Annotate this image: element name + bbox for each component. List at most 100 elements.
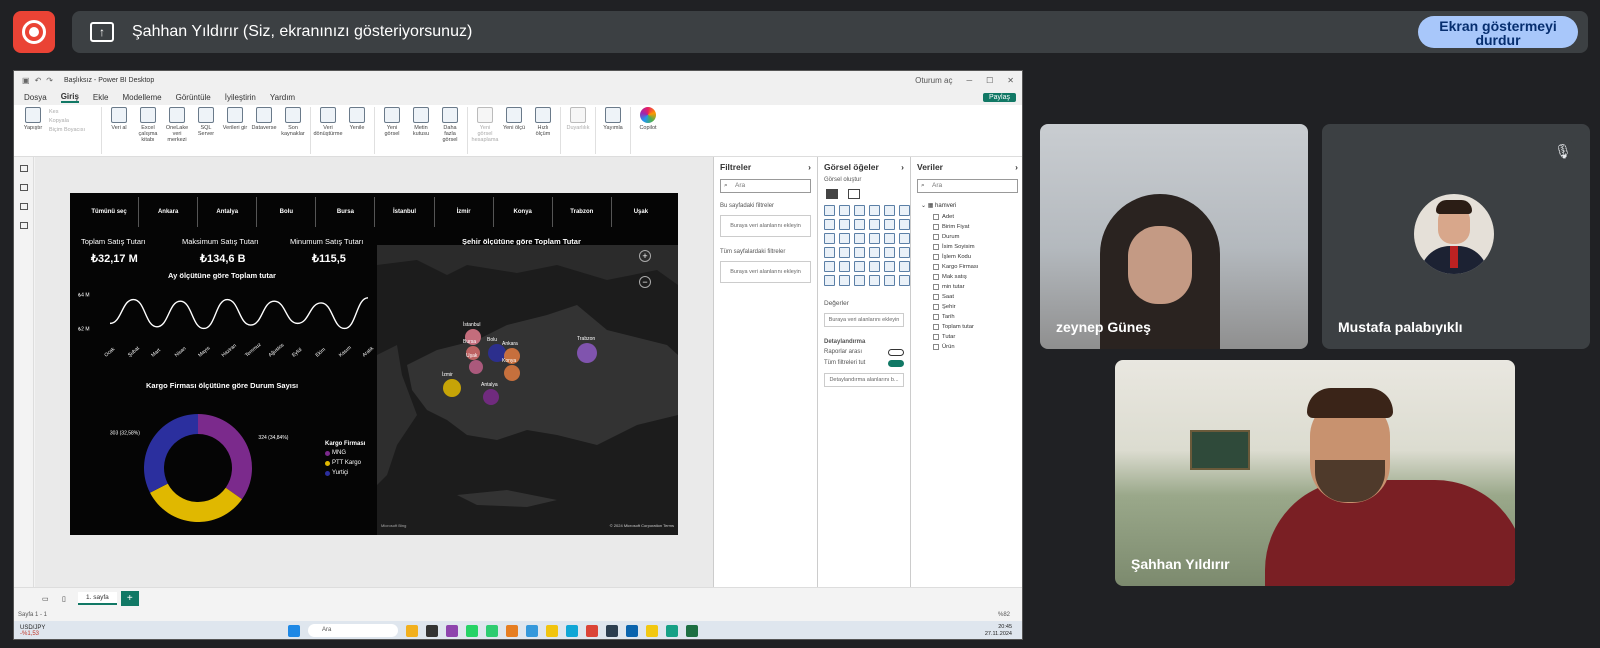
cross-report-toggle[interactable] xyxy=(888,349,904,356)
field-checkbox[interactable] xyxy=(933,334,939,340)
field-item[interactable]: Adet xyxy=(911,212,1022,222)
field-item[interactable]: Kargo Firması xyxy=(911,262,1022,272)
field-item[interactable]: İsim Soyisim xyxy=(911,242,1022,252)
minimize-icon[interactable]: ─ xyxy=(966,76,972,85)
app-icon[interactable] xyxy=(666,624,678,637)
tab-goruntule[interactable]: Görüntüle xyxy=(176,93,211,102)
field-item[interactable]: Tutar xyxy=(911,332,1022,342)
values-dropzone[interactable]: Buraya veri alanlarını ekleyin xyxy=(824,313,904,327)
transform-data-button[interactable]: Veri dönüştürme xyxy=(313,107,343,137)
visual-type-icon[interactable] xyxy=(884,261,895,272)
field-checkbox[interactable] xyxy=(933,324,939,330)
visual-type-icon[interactable] xyxy=(899,233,910,244)
quick-measure-button[interactable]: Hızlı ölçüm xyxy=(530,107,556,137)
more-visuals-button[interactable]: Daha fazla görsel xyxy=(437,107,463,143)
visual-type-icon[interactable] xyxy=(899,219,910,230)
model-view-icon[interactable] xyxy=(19,203,28,210)
slicer-item[interactable]: İzmir xyxy=(435,197,494,227)
tab-giris[interactable]: Giriş xyxy=(60,92,79,103)
map-copyright[interactable]: © 2024 Microsoft Corporation Terms xyxy=(610,523,674,528)
map-bubble[interactable] xyxy=(504,365,520,381)
excel-button[interactable]: Excel çalışma kitabı xyxy=(135,107,161,143)
slicer-item[interactable]: Bolu xyxy=(257,197,317,227)
zoom-level[interactable]: %82 xyxy=(998,612,1010,618)
total-sales-card[interactable]: Toplam Satış Tutarı ₺32,17 M xyxy=(81,237,146,265)
field-item[interactable]: Mak satış xyxy=(911,272,1022,282)
onelake-button[interactable]: OneLake veri merkezi xyxy=(164,107,190,143)
visual-type-icon[interactable] xyxy=(824,233,835,244)
copilot-button[interactable]: Copilot xyxy=(635,107,661,131)
add-page-button[interactable]: + xyxy=(120,591,139,606)
taskbar-search[interactable]: Ara xyxy=(308,624,398,637)
donut-slice[interactable] xyxy=(144,414,198,493)
enter-data-button[interactable]: Verileri gir xyxy=(222,107,248,131)
tab-iyilestirin[interactable]: İyileştirin xyxy=(225,93,256,102)
zoom-out-button[interactable]: − xyxy=(639,276,651,288)
visual-type-icon[interactable] xyxy=(869,275,880,286)
zoom-in-button[interactable]: + xyxy=(639,250,651,262)
undo-icon[interactable]: ↶ xyxy=(35,76,42,85)
edge-icon[interactable] xyxy=(566,624,578,637)
field-checkbox[interactable] xyxy=(933,284,939,290)
new-measure-button[interactable]: Yeni ölçü xyxy=(501,107,527,131)
recent-sources-button[interactable]: Son kaynaklar xyxy=(280,107,306,137)
visual-type-icon[interactable] xyxy=(839,247,850,258)
build-visual-icon[interactable] xyxy=(826,189,838,199)
field-checkbox[interactable] xyxy=(933,314,939,320)
visual-type-icon[interactable] xyxy=(884,233,895,244)
visual-type-icon[interactable] xyxy=(824,261,835,272)
data-search[interactable]: Ara xyxy=(917,179,1018,193)
field-item[interactable]: Toplam tutar xyxy=(911,322,1022,332)
visual-type-icon[interactable] xyxy=(869,205,880,216)
all-pages-dropzone[interactable]: Buraya veri alanlarını ekleyin xyxy=(720,261,811,283)
tab-modelleme[interactable]: Modelleme xyxy=(122,93,161,102)
page-view-icon[interactable]: ▭ xyxy=(42,595,49,603)
app-icon[interactable] xyxy=(486,624,498,637)
field-checkbox[interactable] xyxy=(933,344,939,350)
chrome-icon[interactable] xyxy=(586,624,598,637)
slicer-item[interactable]: Bursa xyxy=(316,197,376,227)
ticker-widget[interactable]: USD/JPY -%1,53 xyxy=(20,625,45,637)
mobile-view-icon[interactable]: ▯ xyxy=(62,595,66,603)
legend-item[interactable]: MNG xyxy=(325,450,365,456)
min-sales-card[interactable]: Minumum Satış Tutarı ₺115,5 xyxy=(290,237,363,265)
participant-tile-sahhan[interactable]: Şahhan Yıldırır xyxy=(1115,360,1515,586)
map-bubble[interactable] xyxy=(483,389,499,405)
visual-type-icon[interactable] xyxy=(899,247,910,258)
map-bubble[interactable] xyxy=(443,379,461,397)
visual-type-icon[interactable] xyxy=(899,275,910,286)
keep-filters-toggle[interactable] xyxy=(888,360,904,367)
maximize-icon[interactable]: ☐ xyxy=(986,76,993,85)
report-view-icon[interactable] xyxy=(19,165,28,172)
field-checkbox[interactable] xyxy=(933,234,939,240)
visual-type-icon[interactable] xyxy=(854,275,865,286)
field-item[interactable]: Ürün xyxy=(911,342,1022,352)
filters-search[interactable]: Ara xyxy=(720,179,811,193)
folder-icon[interactable] xyxy=(546,624,558,637)
dax-view-icon[interactable] xyxy=(19,222,28,229)
table-view-icon[interactable] xyxy=(19,184,28,191)
format-painter-button[interactable]: Biçim Boyacısı xyxy=(49,127,97,133)
visual-type-icon[interactable] xyxy=(854,205,865,216)
explorer-icon[interactable] xyxy=(406,624,418,637)
text-box-button[interactable]: Metin kutusu xyxy=(408,107,434,137)
field-item[interactable]: min tutar xyxy=(911,282,1022,292)
visual-type-icon[interactable] xyxy=(869,261,880,272)
tab-ekle[interactable]: Ekle xyxy=(93,93,109,102)
app-icon[interactable] xyxy=(606,624,618,637)
visual-type-icon[interactable] xyxy=(854,247,865,258)
table-node[interactable]: ⌄ ▦ hamveri xyxy=(911,199,1022,212)
excel-taskbar-icon[interactable] xyxy=(686,624,698,637)
donut-slice[interactable] xyxy=(198,414,252,500)
participant-tile-mustafa[interactable]: 🎙︎ Mustafa palabıyıklı xyxy=(1322,124,1590,349)
new-visual-button[interactable]: Yeni görsel xyxy=(379,107,405,137)
visual-type-icon[interactable] xyxy=(824,247,835,258)
line-series[interactable] xyxy=(109,297,369,330)
field-item[interactable]: Saat xyxy=(911,292,1022,302)
visual-calc-button[interactable]: Yeni görsel hesaplama xyxy=(472,107,498,143)
field-item[interactable]: Şehir xyxy=(911,302,1022,312)
outlook-icon[interactable] xyxy=(626,624,638,637)
visual-type-icon[interactable] xyxy=(824,219,835,230)
cut-button[interactable]: Kes xyxy=(49,109,97,115)
visual-type-icon[interactable] xyxy=(869,219,880,230)
